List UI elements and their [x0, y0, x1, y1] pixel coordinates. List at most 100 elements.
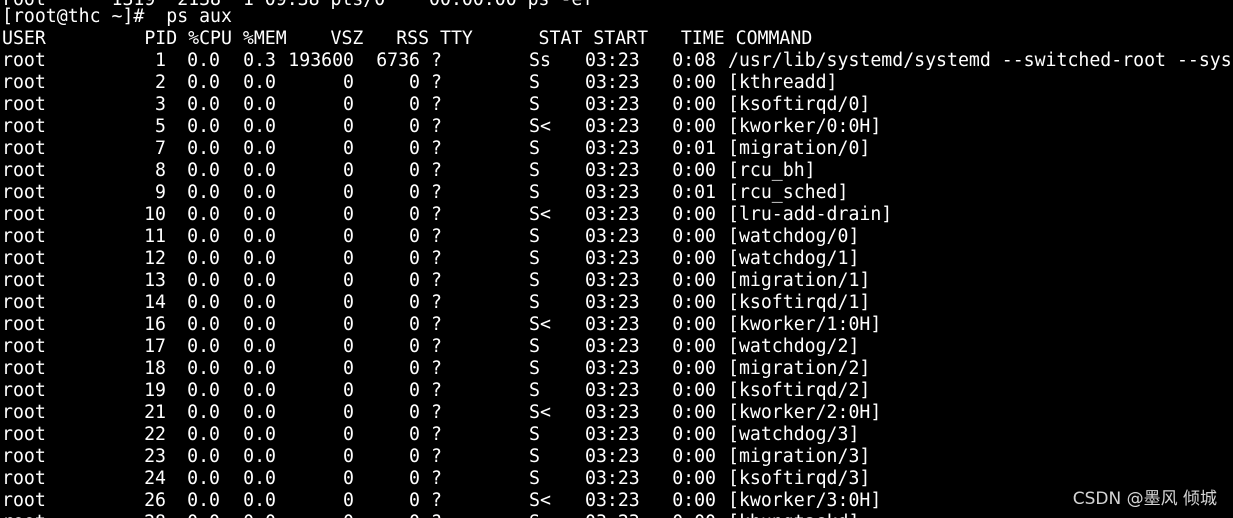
process-user: root — [2, 380, 46, 401]
process-cpu: 0.0 — [187, 248, 220, 269]
process-vsz: 0 — [343, 72, 354, 93]
process-user: root — [2, 424, 46, 445]
process-rss: 0 — [409, 226, 420, 247]
process-mem: 0.0 — [243, 380, 276, 401]
process-tty: ? — [431, 94, 442, 115]
process-command: [watchdog/0] — [728, 226, 860, 247]
process-mem: 0.0 — [243, 116, 276, 137]
process-rss: 0 — [409, 138, 420, 159]
process-mem: 0.0 — [230, 512, 276, 518]
process-start: 03:23 — [585, 468, 640, 489]
process-vsz: 193600 — [288, 50, 354, 71]
process-rss: 0 — [409, 446, 420, 467]
process-mem: 0.0 — [243, 204, 276, 225]
process-command: [migration/3] — [728, 446, 871, 467]
process-user: root — [2, 468, 46, 489]
process-user: root — [2, 248, 46, 269]
process-start: 03:23 — [585, 204, 640, 225]
process-stat: S — [529, 94, 540, 115]
process-cpu: 0.0 — [187, 402, 220, 423]
process-stat: S — [529, 226, 540, 247]
process-command: /usr/lib/systemd/systemd --switched-root… — [728, 50, 1232, 71]
csdn-watermark: CSDN @墨风 倾城 — [1072, 489, 1217, 509]
process-user: root — [2, 358, 46, 379]
process-start: 03:23 — [585, 160, 640, 181]
process-pid: 7 — [155, 138, 166, 159]
process-start: 03:23 — [585, 270, 640, 291]
process-user: root — [2, 512, 46, 518]
process-cpu: 0.0 — [187, 314, 220, 335]
process-command: [rcu_sched] — [728, 182, 849, 203]
process-start: 03:23 — [585, 358, 640, 379]
process-mem: 0.0 — [243, 248, 276, 269]
process-time: 0:00 — [672, 292, 716, 313]
process-stat: S — [529, 72, 540, 93]
process-time: 0:00 — [672, 270, 716, 291]
process-tty: ? — [431, 314, 442, 335]
process-pid: 26 — [144, 490, 166, 511]
process-tty: ? — [431, 160, 442, 181]
process-tty: ? — [431, 336, 442, 357]
process-start: 03:23 — [585, 424, 640, 445]
process-rss: 0 — [409, 94, 420, 115]
process-tty: ? — [431, 402, 442, 423]
process-start: 03:23 — [585, 490, 640, 511]
process-time: 0:00 — [672, 160, 716, 181]
process-vsz: 0 — [343, 380, 354, 401]
process-tty: ? — [431, 358, 442, 379]
process-tty: ? — [431, 182, 442, 203]
process-pid: 8 — [155, 160, 166, 181]
process-cpu: 0.0 — [176, 512, 220, 518]
process-start: 03:23 — [585, 116, 640, 137]
process-mem: 0.0 — [243, 446, 276, 467]
process-stat: S — [529, 138, 540, 159]
process-tty: ? — [431, 226, 442, 247]
process-mem: 0.0 — [243, 424, 276, 445]
process-time: 0:00 — [672, 490, 716, 511]
process-rss: 0 — [409, 160, 420, 181]
process-vsz: 0 — [343, 336, 354, 357]
process-vsz: 0 — [343, 160, 354, 181]
process-stat: S — [529, 182, 540, 203]
process-stat: S — [529, 336, 540, 357]
process-rss: 0 — [409, 204, 420, 225]
process-time: 0:00 — [672, 94, 716, 115]
process-command: [watchdog/2] — [728, 336, 860, 357]
terminal-window[interactable]: root 1319 2138 1 09:38 pts/0 00:00:00 ps… — [0, 0, 1233, 518]
process-time: 0:00 — [672, 468, 716, 489]
process-rss: 0 — [409, 270, 420, 291]
process-command: [ksoftirqd/0] — [728, 94, 871, 115]
process-start: 03:23 — [585, 292, 640, 313]
process-user: root — [2, 446, 46, 467]
process-stat: S — [529, 512, 540, 518]
process-rss: 0 — [409, 116, 420, 137]
process-start: 03:23 — [585, 226, 640, 247]
process-user: root — [2, 336, 46, 357]
process-stat: S< — [529, 490, 551, 511]
process-stat: S — [529, 292, 540, 313]
process-vsz: 0 — [343, 116, 354, 137]
process-rss: 0 — [409, 292, 420, 313]
process-start: 03:23 — [585, 94, 640, 115]
process-vsz: 0 — [343, 138, 354, 159]
process-rss: 0 — [409, 248, 420, 269]
process-mem: 0.0 — [243, 182, 276, 203]
process-start: 03:23 — [585, 512, 640, 518]
process-vsz: 0 — [343, 94, 354, 115]
process-vsz: 0 — [343, 468, 354, 489]
process-start: 03:23 — [585, 446, 640, 467]
process-stat: S — [529, 446, 540, 467]
process-stat: S — [529, 270, 540, 291]
process-stat: S< — [529, 116, 551, 137]
process-pid: 19 — [144, 380, 166, 401]
process-pid: 11 — [144, 226, 166, 247]
process-time: 0:00 — [672, 380, 716, 401]
process-stat: S — [529, 468, 540, 489]
process-pid: 13 — [144, 270, 166, 291]
process-pid: 9 — [155, 182, 166, 203]
process-stat: S — [529, 160, 540, 181]
process-pid: 28 — [108, 512, 166, 518]
process-rss: 0 — [409, 490, 420, 511]
process-command: [migration/0] — [728, 138, 871, 159]
process-rss: 0 — [409, 72, 420, 93]
